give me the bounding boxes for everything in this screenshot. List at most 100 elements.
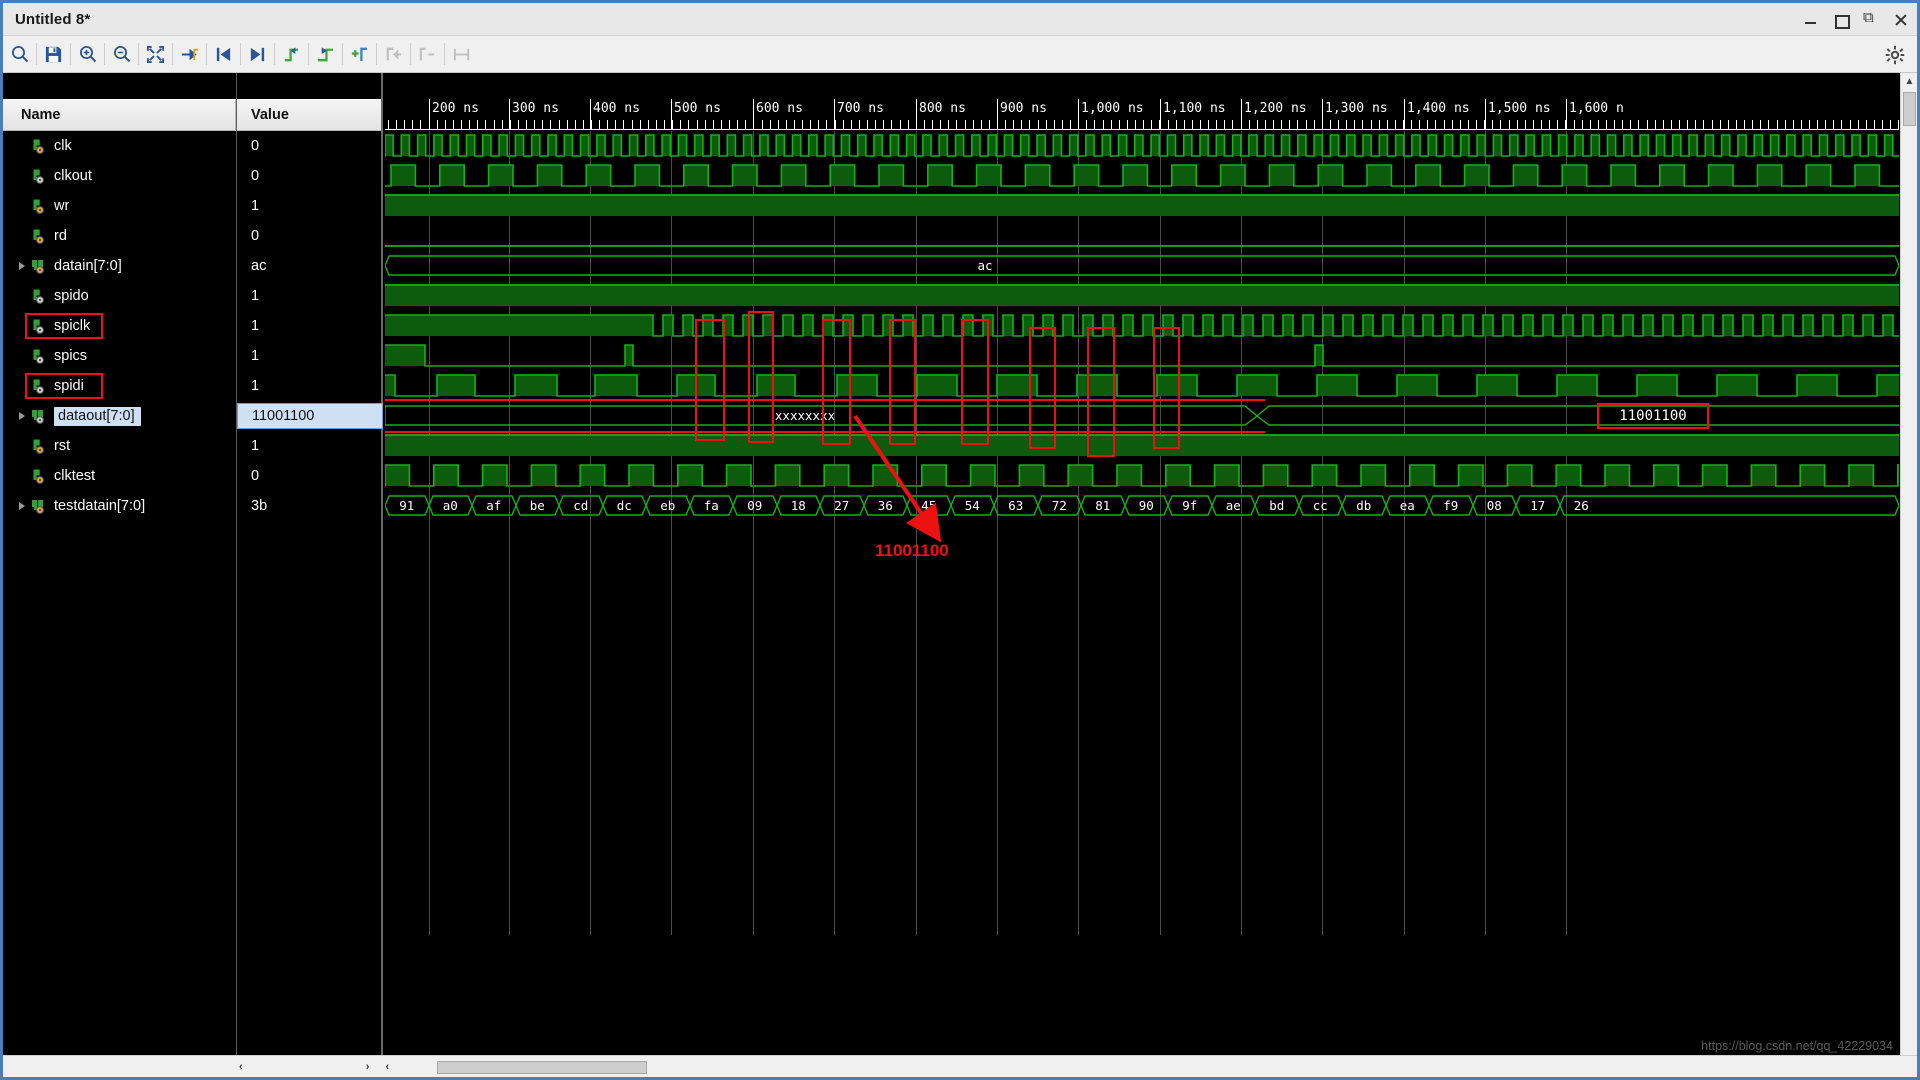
- signal-value-row[interactable]: 0: [237, 161, 381, 191]
- toolbar: [3, 36, 1917, 73]
- signal-value-list[interactable]: 0010ac111111001100103b: [237, 131, 381, 521]
- signal-value-row[interactable]: 0: [237, 131, 381, 161]
- ruler-minor-tick: [1647, 120, 1648, 129]
- signal-value-row[interactable]: 1: [237, 431, 381, 461]
- close-icon[interactable]: [1893, 12, 1909, 28]
- bus-value-label: 91: [385, 496, 429, 516]
- ruler-minor-tick: [680, 120, 681, 129]
- maximize-icon[interactable]: [1833, 12, 1849, 28]
- ruler-minor-tick: [1021, 120, 1022, 129]
- signal-row-spidi[interactable]: spidi: [3, 371, 236, 401]
- signal-name-label: clkout: [54, 168, 92, 184]
- signal-name-list[interactable]: clk clkout wr rd datain[7:0]spido spiclk spics…: [3, 131, 236, 521]
- wave-hscroll-track[interactable]: [397, 1057, 1917, 1077]
- ruler-minor-tick: [477, 120, 478, 129]
- input-pin-icon: [31, 138, 48, 155]
- signal-value-row[interactable]: 1: [237, 371, 381, 401]
- settings-gear-icon[interactable]: [1878, 38, 1911, 71]
- vertical-scrollbar[interactable]: ▲ ▼: [1900, 73, 1917, 1077]
- signal-row-spido[interactable]: spido: [3, 281, 236, 311]
- ruler-minor-tick: [900, 120, 901, 129]
- bus-value-label: 08: [1473, 496, 1517, 516]
- previous-transition-icon[interactable]: [275, 38, 308, 71]
- ruler-minor-tick: [826, 120, 827, 129]
- next-transition-icon[interactable]: [309, 38, 342, 71]
- output-pin-icon: [31, 168, 48, 185]
- minimize-icon[interactable]: [1803, 12, 1819, 28]
- signal-row-rd[interactable]: rd: [3, 221, 236, 251]
- restore-icon[interactable]: [1863, 12, 1879, 28]
- ruler-minor-tick: [786, 120, 787, 129]
- ruler-minor-tick: [1306, 120, 1307, 129]
- bus-value-label: eb: [646, 496, 690, 516]
- signal-row-dataout70[interactable]: dataout[7:0]: [3, 401, 236, 431]
- name-scroll-right-arrow[interactable]: ›: [358, 1057, 378, 1077]
- ruler-minor-tick: [412, 120, 413, 129]
- wave-hscroll-thumb[interactable]: [437, 1061, 647, 1074]
- signal-row-rst[interactable]: rst: [3, 431, 236, 461]
- split-icon[interactable]: [411, 38, 444, 71]
- waveform-panel[interactable]: 200 ns300 ns400 ns500 ns600 ns700 ns800 …: [385, 73, 1899, 1077]
- signal-row-datain70[interactable]: datain[7:0]: [3, 251, 236, 281]
- signal-value-row[interactable]: ac: [237, 251, 381, 281]
- bus-value-label: 45: [907, 496, 951, 516]
- expand-toggle[interactable]: [15, 258, 31, 274]
- ruler-minor-tick: [997, 120, 998, 129]
- signal-row-wr[interactable]: wr: [3, 191, 236, 221]
- time-ruler[interactable]: 200 ns300 ns400 ns500 ns600 ns700 ns800 …: [385, 99, 1899, 131]
- input-pin-icon: [31, 468, 48, 485]
- measure-icon[interactable]: [445, 38, 478, 71]
- expand-toggle[interactable]: [15, 498, 31, 514]
- waveform-canvas[interactable]: 91a0afbecddcebfa091827364554637281909fae…: [385, 131, 1899, 1077]
- ruler-minor-tick: [1525, 120, 1526, 129]
- ruler-minor-tick: [721, 120, 722, 129]
- vertical-scroll-thumb[interactable]: [1903, 92, 1916, 126]
- bus-value-label: bd: [1255, 496, 1299, 516]
- ruler-minor-tick: [591, 120, 592, 129]
- expand-toggle[interactable]: [15, 408, 31, 424]
- zoom-out-icon[interactable]: [105, 38, 138, 71]
- signal-row-clkout[interactable]: clkout: [3, 161, 236, 191]
- delete-marker-icon[interactable]: [377, 38, 410, 71]
- scroll-up-arrow[interactable]: ▲: [1901, 73, 1918, 90]
- signal-row-spiclk[interactable]: spiclk: [3, 311, 236, 341]
- ruler-minor-tick: [851, 120, 852, 129]
- name-hscroll-track[interactable]: [251, 1057, 358, 1077]
- horizontal-scrollbar-area: ‹ › ‹: [3, 1055, 1917, 1077]
- signal-value-row[interactable]: 1: [237, 341, 381, 371]
- ruler-label: 1,300 ns: [1325, 101, 1388, 116]
- ruler-minor-tick: [1208, 120, 1209, 129]
- signal-value-row[interactable]: 1: [237, 191, 381, 221]
- ruler-minor-tick: [1281, 120, 1282, 129]
- input-bus-icon: [31, 498, 48, 515]
- signal-name-label: rd: [54, 228, 67, 244]
- signal-row-clktest[interactable]: clktest: [3, 461, 236, 491]
- goto-edge-icon[interactable]: [173, 38, 206, 71]
- signal-value-row[interactable]: 3b: [237, 491, 381, 521]
- next-marker-icon[interactable]: [241, 38, 274, 71]
- signal-value-row[interactable]: 0: [237, 221, 381, 251]
- signal-value-row[interactable]: 1: [237, 311, 381, 341]
- search-icon[interactable]: [3, 38, 36, 71]
- annotation-callout-text: 11001100: [875, 541, 949, 561]
- signal-name-label: spiclk: [54, 318, 90, 334]
- name-scroll-left-arrow[interactable]: ‹: [231, 1057, 251, 1077]
- signal-name-label: clk: [54, 138, 72, 154]
- signal-value-row[interactable]: 11001100: [237, 401, 381, 431]
- signal-row-spics[interactable]: spics: [3, 341, 236, 371]
- signal-value-row[interactable]: 0: [237, 461, 381, 491]
- zoom-fit-icon[interactable]: [139, 38, 172, 71]
- signal-row-testdatain70[interactable]: testdatain[7:0]: [3, 491, 236, 521]
- save-icon[interactable]: [37, 38, 70, 71]
- ruler-label: 1,500 ns: [1488, 101, 1551, 116]
- bus-value-label: db: [1342, 496, 1386, 516]
- zoom-in-icon[interactable]: [71, 38, 104, 71]
- signal-row-clk[interactable]: clk: [3, 131, 236, 161]
- add-marker-icon[interactable]: [343, 38, 376, 71]
- signal-value-row[interactable]: 1: [237, 281, 381, 311]
- bus-value-label: f9: [1429, 496, 1473, 516]
- wave-scroll-left-arrow[interactable]: ‹: [377, 1057, 397, 1077]
- previous-marker-icon[interactable]: [207, 38, 240, 71]
- ruler-minor-tick: [753, 120, 754, 129]
- ruler-minor-tick: [1533, 120, 1534, 129]
